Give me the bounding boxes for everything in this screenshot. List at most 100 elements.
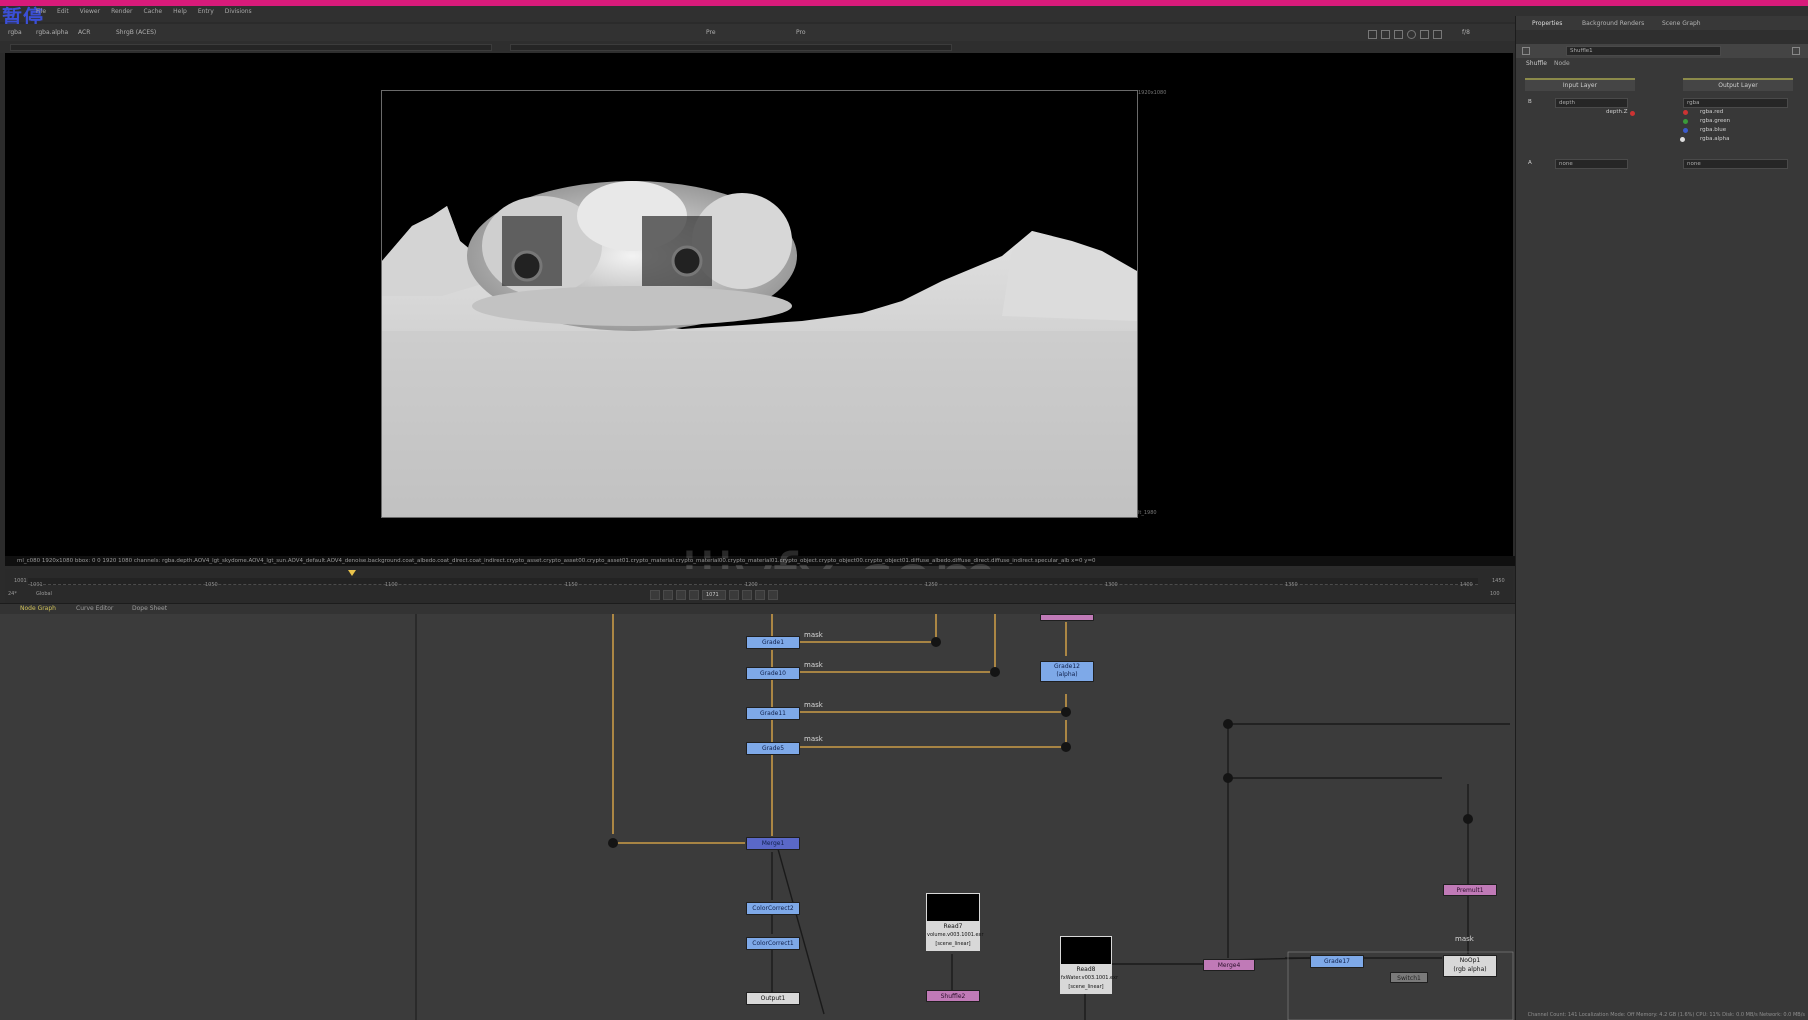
- node-grade[interactable]: Grade10: [746, 667, 800, 680]
- menu-item-render[interactable]: Render: [111, 8, 132, 15]
- channel-connector[interactable]: [1683, 128, 1688, 133]
- viewer-channels-select[interactable]: rgba: [8, 29, 22, 36]
- menu-item-help[interactable]: Help: [173, 8, 187, 15]
- node-read7[interactable]: Read7 volume.v003.1001.exr [scene_linear…: [926, 921, 984, 951]
- output-channel-blue: rgba.blue: [1700, 127, 1727, 133]
- step-back-button[interactable]: [689, 590, 699, 600]
- properties-node-header: Shuffle1: [1516, 44, 1808, 58]
- node-grade17[interactable]: Grade17: [1310, 955, 1364, 968]
- grid-icon[interactable]: [1394, 30, 1403, 39]
- node-name-field[interactable]: Shuffle1: [1566, 46, 1721, 56]
- next-keyframe-button[interactable]: [755, 590, 765, 600]
- current-frame-field[interactable]: 1071: [702, 590, 726, 600]
- menu-item-entry[interactable]: Entry: [198, 8, 214, 15]
- viewer-tool-icons: [1368, 30, 1442, 39]
- timeline-start-field[interactable]: 1001: [14, 578, 27, 584]
- clip-warning-icon[interactable]: [1381, 30, 1390, 39]
- node-shuffle[interactable]: Shuffle2: [926, 990, 980, 1002]
- tab-background-renders[interactable]: Background Renders: [1582, 20, 1644, 27]
- node-read8[interactable]: Read8 fxWater.v003.1001.exr [scene_linea…: [1060, 964, 1119, 994]
- status-bar: Channel Count: 141 Localization Mode: Of…: [1527, 1012, 1805, 1018]
- viewer-gamma-slider[interactable]: [510, 44, 952, 51]
- node-grade[interactable]: Grade5: [746, 742, 800, 755]
- tab-node-graph[interactable]: Node Graph: [20, 605, 56, 612]
- tab-scene-graph[interactable]: Scene Graph: [1662, 20, 1701, 27]
- viewer-colorspace-select[interactable]: ACR: [78, 29, 90, 36]
- node-title: NoOp1: [1459, 957, 1481, 964]
- node-color-correct[interactable]: ColorCorrect1: [746, 937, 800, 950]
- collapse-icon[interactable]: [1522, 47, 1530, 55]
- mask-input-label: mask: [804, 701, 823, 709]
- viewer-gain-slider[interactable]: [10, 44, 492, 51]
- timeline-end-field[interactable]: 1450: [1492, 578, 1505, 584]
- output-channel-green: rgba.green: [1700, 118, 1731, 124]
- node-title: Read7: [943, 923, 963, 930]
- output-layer-header: Output Layer: [1683, 78, 1793, 91]
- play-backward-button[interactable]: [676, 590, 686, 600]
- roi-icon[interactable]: [1368, 30, 1377, 39]
- timeline-zoom-field[interactable]: 100: [1490, 591, 1500, 597]
- node-switch[interactable]: Switch1: [1390, 972, 1428, 983]
- menu-item-viewer[interactable]: Viewer: [80, 8, 100, 15]
- timeline-tick: 1100: [385, 582, 398, 588]
- tab-shuffle[interactable]: Shuffle: [1526, 60, 1547, 67]
- node-noop[interactable]: NoOp1 (rgb alpha): [1443, 955, 1497, 977]
- read-node-thumbnail[interactable]: [1060, 936, 1112, 966]
- play-forward-button[interactable]: [742, 590, 752, 600]
- timeline-mode-select[interactable]: Global: [36, 591, 52, 597]
- node-grade[interactable]: Grade11: [746, 707, 800, 720]
- close-icon[interactable]: [1792, 47, 1800, 55]
- viewer-b-input-select[interactable]: Pro: [796, 29, 806, 36]
- timeline-tick: 1200: [745, 582, 758, 588]
- last-frame-button[interactable]: [768, 590, 778, 600]
- timeline-tick: 1150: [565, 582, 578, 588]
- node-file: fxWater.v003.1001.exr: [1061, 975, 1119, 981]
- input-a-layer-select[interactable]: none: [1555, 159, 1628, 169]
- menu-item-file[interactable]: File: [36, 8, 46, 15]
- node-title: Grade12: [1054, 663, 1080, 670]
- refresh-icon[interactable]: [1433, 30, 1442, 39]
- step-forward-button[interactable]: [729, 590, 739, 600]
- proxy-icon[interactable]: [1407, 30, 1416, 39]
- timeline-tick: 1400: [1460, 582, 1473, 588]
- channel-connector[interactable]: [1683, 110, 1688, 115]
- node-merge4[interactable]: Merge4: [1203, 959, 1255, 971]
- output-layer-select[interactable]: rgba: [1683, 98, 1788, 108]
- first-frame-button[interactable]: [650, 590, 660, 600]
- node-grade[interactable]: Grade1: [746, 636, 800, 649]
- fps-field[interactable]: 24*: [8, 591, 17, 597]
- mask-input-label: mask: [1455, 935, 1474, 943]
- frame-format-label: 1920x1080: [1138, 90, 1167, 96]
- node-shuffle-top[interactable]: [1040, 614, 1094, 621]
- input-b-layer-select[interactable]: depth: [1555, 98, 1628, 108]
- tab-dope-sheet[interactable]: Dope Sheet: [132, 605, 167, 612]
- viewer-a-input-select[interactable]: Pre: [706, 29, 716, 36]
- output-a-layer-select[interactable]: none: [1683, 159, 1788, 169]
- current-frame-value: 1071: [706, 592, 719, 598]
- channel-connector[interactable]: [1683, 119, 1688, 124]
- output-channel-red: rgba.red: [1700, 109, 1724, 115]
- node-premult[interactable]: Premult1: [1443, 884, 1497, 896]
- node-grade-alpha[interactable]: Grade12 (alpha): [1040, 661, 1094, 682]
- viewer-gain-field[interactable]: f/8: [1462, 29, 1470, 36]
- input-channel-label: depth.Z: [1606, 109, 1628, 115]
- viewer-input-process-select[interactable]: ShrgB (ACES): [116, 29, 156, 36]
- tab-node[interactable]: Node: [1554, 60, 1570, 67]
- menu-item-edit[interactable]: Edit: [57, 8, 69, 15]
- tab-curve-editor[interactable]: Curve Editor: [76, 605, 113, 612]
- read-node-thumbnail[interactable]: [926, 893, 980, 923]
- channel-connector[interactable]: [1680, 137, 1685, 142]
- node-merge[interactable]: Merge1: [746, 837, 800, 850]
- node-color-correct[interactable]: ColorCorrect2: [746, 902, 800, 915]
- menu-item-cache[interactable]: Cache: [143, 8, 162, 15]
- node-output[interactable]: Output1: [746, 992, 800, 1005]
- pause-render-icon[interactable]: [1420, 30, 1429, 39]
- channel-connector[interactable]: [1630, 111, 1635, 116]
- prev-keyframe-button[interactable]: [663, 590, 673, 600]
- node-colorspace: [scene_linear]: [935, 941, 971, 947]
- tab-properties[interactable]: Properties: [1532, 20, 1562, 27]
- menu-item-divisions[interactable]: Divisions: [225, 8, 252, 15]
- timeline-playhead[interactable]: [348, 570, 356, 576]
- timeline-tick: 1050: [205, 582, 218, 588]
- viewer-layer-select[interactable]: rgba.alpha: [36, 29, 68, 36]
